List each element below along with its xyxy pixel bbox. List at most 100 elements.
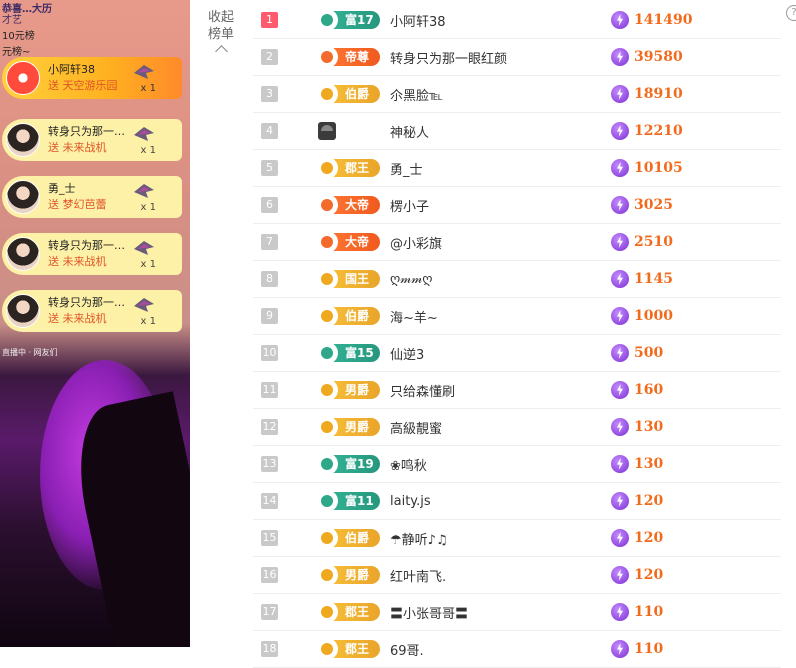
leaderboard-row[interactable]: 4 神秘人 12210 <box>253 113 781 150</box>
mystery-user-icon <box>318 122 336 140</box>
gift-count: x 1 <box>140 83 156 94</box>
leaderboard-row[interactable]: 10 富15 仙逆3 500 <box>253 335 781 372</box>
leaderboard-row[interactable]: 1 富17 小阿轩38 141490 <box>253 2 781 39</box>
avatar <box>6 237 40 271</box>
gift-description: 送 梦幻芭蕾 <box>48 197 182 213</box>
gift-description: 送 未来战机 <box>48 254 182 270</box>
user-name[interactable]: 69哥. <box>390 640 611 659</box>
leaderboard-row[interactable]: 14 富11 laity.js 120 <box>253 483 781 520</box>
leaderboard-row[interactable]: 17 郡王 〓小张哥哥〓 110 <box>253 594 781 631</box>
leaderboard-row[interactable]: 12 男爵 高級靚蜜 130 <box>253 409 781 446</box>
user-name[interactable]: ღ𝓂𝓂ღ <box>390 272 611 287</box>
badge-icon <box>316 46 338 68</box>
level-badge: 大帝 <box>316 231 380 253</box>
rank-number: 15 <box>261 530 278 546</box>
coin-icon <box>611 418 629 436</box>
collapse-board-button[interactable]: 收起 榜单 <box>204 9 238 58</box>
rank-number: 16 <box>261 567 278 583</box>
coin-icon <box>611 159 629 177</box>
badge-label: 大帝 <box>345 198 370 212</box>
coin-icon <box>611 640 629 658</box>
badge-icon <box>316 379 338 401</box>
gift-icon <box>134 127 154 141</box>
badge-label: 男爵 <box>345 383 370 397</box>
badge-label: 国王 <box>345 272 370 286</box>
coin-icon <box>611 307 629 325</box>
coin-amount: 120 <box>634 567 664 583</box>
leaderboard-row[interactable]: 16 男爵 红叶南飞. 120 <box>253 557 781 594</box>
gift-sender-name: 转身只为那一… <box>48 239 125 252</box>
coin-icon <box>611 492 629 510</box>
gift-notification: 勇_士送 梦幻芭蕾 x 1 <box>2 176 182 218</box>
gift-notification: 转身只为那一… 送 未来战机 x 1 <box>2 290 182 332</box>
badge-label: 郡王 <box>345 605 370 619</box>
level-badge: 大帝 <box>316 194 380 216</box>
leaderboard-row[interactable]: 5 郡王 勇_士 10105 <box>253 150 781 187</box>
user-name[interactable]: ☂静听♪♫ <box>390 529 611 548</box>
leaderboard-row[interactable]: 11 男爵 只给森懂刷 160 <box>253 372 781 409</box>
level-badge: 帝尊 <box>316 46 380 68</box>
gift-description: 送 未来战机 <box>48 311 182 327</box>
user-name[interactable]: 〓小张哥哥〓 <box>390 603 611 622</box>
level-badge: 富15 <box>316 342 380 364</box>
leaderboard-row[interactable]: 7 大帝 @小彩旗 2510 <box>253 224 781 261</box>
rank-number: 10 <box>261 345 278 361</box>
user-name[interactable]: 楞小子 <box>390 196 611 215</box>
user-name[interactable]: 尒黑脸℡ <box>390 85 611 104</box>
badge-icon <box>316 305 338 327</box>
user-name[interactable]: ❀鸣秋 <box>390 455 611 474</box>
coin-icon <box>611 529 629 547</box>
user-name[interactable]: 仙逆3 <box>390 344 611 363</box>
rank-number: 17 <box>261 604 278 620</box>
stream-banner-line: 元榜~ <box>2 47 31 58</box>
user-name[interactable]: 神秘人 <box>390 122 611 141</box>
help-icon[interactable]: ? <box>786 5 796 21</box>
gift-name: 未来战机 <box>62 255 107 268</box>
badge-icon <box>316 268 338 290</box>
user-name[interactable]: 海~羊~ <box>390 307 611 326</box>
rank-number: 5 <box>261 160 278 176</box>
gift-notification: 转身只为那一… 送 未来战机 x 1 <box>2 119 182 161</box>
user-name[interactable]: @小彩旗 <box>390 233 611 252</box>
leaderboard-row[interactable]: 2 帝尊 转身只为那一眼红颜 39580 <box>253 39 781 76</box>
level-badge: 郡王 <box>316 601 380 623</box>
badge-label: 伯爵 <box>345 531 370 545</box>
user-name[interactable]: 转身只为那一眼红颜 <box>390 48 611 67</box>
gift-name: 未来战机 <box>62 141 107 154</box>
coin-amount: 500 <box>634 345 664 361</box>
coin-icon <box>611 48 629 66</box>
user-name[interactable]: 勇_士 <box>390 159 611 178</box>
collapse-label: 收起 <box>207 10 234 25</box>
leaderboard-row[interactable]: 13 富19 ❀鸣秋 130 <box>253 446 781 483</box>
gift-description: 送 天空游乐园 <box>48 78 182 94</box>
rank-number: 3 <box>261 86 278 102</box>
coin-icon <box>611 566 629 584</box>
user-name[interactable]: 红叶南飞. <box>390 566 611 585</box>
gift-count: x 1 <box>140 145 156 156</box>
coin-icon <box>611 85 629 103</box>
leaderboard-row[interactable]: 18 郡王 69哥. 110 <box>253 631 781 668</box>
leaderboard-row[interactable]: 15 伯爵 ☂静听♪♫ 120 <box>253 520 781 557</box>
rank-number: 6 <box>261 197 278 213</box>
gift-name: 天空游乐园 <box>62 79 118 92</box>
leaderboard-row[interactable]: 9 伯爵 海~羊~ 1000 <box>253 298 781 335</box>
badge-label: 郡王 <box>345 161 370 175</box>
badge-icon <box>316 416 338 438</box>
gift-count: x 1 <box>140 316 156 327</box>
coin-amount: 110 <box>634 641 664 657</box>
rank-number: 9 <box>261 308 278 324</box>
user-name[interactable]: 高級靚蜜 <box>390 418 611 437</box>
gift-name: 梦幻芭蕾 <box>62 198 107 211</box>
user-name[interactable]: 只给森懂刷 <box>390 381 611 400</box>
coin-icon <box>611 11 629 29</box>
coin-icon <box>611 270 629 288</box>
leaderboard-row[interactable]: 8 国王 ღ𝓂𝓂ღ 1145 <box>253 261 781 298</box>
stream-banner-line: 才艺 <box>2 15 22 26</box>
user-name[interactable]: laity.js <box>390 494 611 509</box>
user-name[interactable]: 小阿轩38 <box>390 11 611 30</box>
stream-banner-line: 10元榜 <box>2 31 35 42</box>
gift-sender-name: 勇_士 <box>48 182 76 195</box>
leaderboard-row[interactable]: 3 伯爵 尒黑脸℡ 18910 <box>253 76 781 113</box>
badge-icon <box>316 527 338 549</box>
leaderboard-row[interactable]: 6 大帝 楞小子 3025 <box>253 187 781 224</box>
